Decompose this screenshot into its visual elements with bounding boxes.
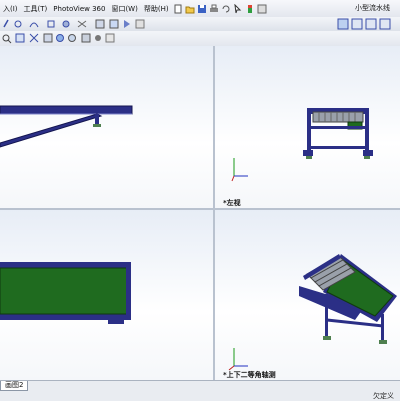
menu-item-insert[interactable]: 入(I) <box>0 4 21 14</box>
heads-up-toolbar <box>0 31 400 47</box>
rebuild-icon[interactable] <box>245 4 255 14</box>
view-label-left: *左视 <box>223 199 241 207</box>
menu-item-tools[interactable]: 工具(T) <box>21 4 51 14</box>
top-view-model <box>0 262 131 324</box>
viewport-isometric[interactable]: *上下二等角轴测 <box>215 210 400 380</box>
menu-item-window[interactable]: 窗口(W) <box>108 4 140 14</box>
view-orientation-icons <box>337 18 391 30</box>
view-label-isometric: *上下二等角轴测 <box>223 371 276 379</box>
viewport-top[interactable] <box>0 210 213 380</box>
viewport-left[interactable]: *左视 <box>215 46 400 208</box>
sheet-tab[interactable]: 画图2 <box>0 381 29 391</box>
undo-icon[interactable] <box>221 4 231 14</box>
select-cursor-icon[interactable] <box>233 3 243 14</box>
document-title: 小型流水线 <box>355 4 390 12</box>
status-bar: 画图2 欠定义 <box>0 380 400 401</box>
front-view-model <box>0 105 133 148</box>
left-view-model <box>231 108 373 182</box>
isometric-view-model <box>228 254 397 371</box>
sketch-tools-icon <box>3 19 145 29</box>
view-toolbar <box>0 17 400 32</box>
save-icon[interactable] <box>197 4 207 14</box>
zoom-icons <box>2 33 115 44</box>
print-icon[interactable] <box>209 4 219 14</box>
axis-triad-icon <box>231 158 248 182</box>
new-document-icon[interactable] <box>173 4 183 14</box>
axis-triad-icon-iso <box>228 348 248 371</box>
menu-bar: 入(I) 工具(T) PhotoView 360 窗口(W) 帮助(H) 小型流… <box>0 0 400 18</box>
graphics-area[interactable]: *左视 *上下二等角轴测 <box>0 46 400 380</box>
viewport-front[interactable] <box>0 46 213 208</box>
open-document-icon[interactable] <box>185 4 195 14</box>
options-icon[interactable] <box>257 4 267 14</box>
menu-item-help[interactable]: 帮助(H) <box>141 4 172 14</box>
menu-item-photoview[interactable]: PhotoView 360 <box>50 5 108 13</box>
